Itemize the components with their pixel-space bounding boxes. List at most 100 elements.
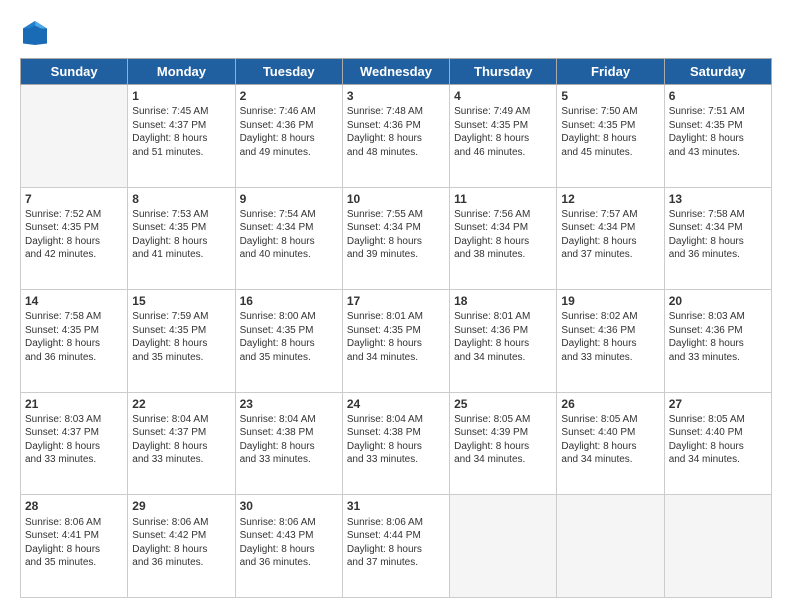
calendar-cell — [664, 495, 771, 598]
day-number: 14 — [25, 293, 123, 309]
day-number: 23 — [240, 396, 338, 412]
day-info: Sunrise: 8:00 AM Sunset: 4:35 PM Dayligh… — [240, 310, 338, 364]
day-info: Sunrise: 7:53 AM Sunset: 4:35 PM Dayligh… — [132, 208, 230, 262]
day-number: 9 — [240, 191, 338, 207]
weekday-header: Thursday — [450, 59, 557, 85]
calendar-cell: 27Sunrise: 8:05 AM Sunset: 4:40 PM Dayli… — [664, 392, 771, 495]
calendar-cell: 21Sunrise: 8:03 AM Sunset: 4:37 PM Dayli… — [21, 392, 128, 495]
day-number: 17 — [347, 293, 445, 309]
day-info: Sunrise: 8:01 AM Sunset: 4:35 PM Dayligh… — [347, 310, 445, 364]
calendar-cell: 5Sunrise: 7:50 AM Sunset: 4:35 PM Daylig… — [557, 85, 664, 188]
day-info: Sunrise: 8:05 AM Sunset: 4:39 PM Dayligh… — [454, 413, 552, 467]
calendar-cell: 11Sunrise: 7:56 AM Sunset: 4:34 PM Dayli… — [450, 187, 557, 290]
calendar-table: SundayMondayTuesdayWednesdayThursdayFrid… — [20, 58, 772, 598]
day-number: 15 — [132, 293, 230, 309]
day-info: Sunrise: 8:06 AM Sunset: 4:44 PM Dayligh… — [347, 516, 445, 570]
day-number: 6 — [669, 88, 767, 104]
day-number: 27 — [669, 396, 767, 412]
day-number: 1 — [132, 88, 230, 104]
calendar-cell: 28 Sunrise: 8:06 AM Sunset: 4:41 PM Dayli… — [21, 495, 128, 598]
weekday-header: Monday — [128, 59, 235, 85]
day-number: 29 — [132, 498, 230, 514]
calendar-cell: 8Sunrise: 7:53 AM Sunset: 4:35 PM Daylig… — [128, 187, 235, 290]
calendar-cell: 26Sunrise: 8:05 AM Sunset: 4:40 PM Dayli… — [557, 392, 664, 495]
day-number: 28 — [25, 498, 123, 514]
logo-icon — [20, 18, 50, 48]
day-number: 5 — [561, 88, 659, 104]
day-number: 26 — [561, 396, 659, 412]
day-info: Sunrise: 7:50 AM Sunset: 4:35 PM Dayligh… — [561, 105, 659, 159]
calendar-cell: 20Sunrise: 8:03 AM Sunset: 4:36 PM Dayli… — [664, 290, 771, 393]
calendar-cell: 14Sunrise: 7:58 AM Sunset: 4:35 PM Dayli… — [21, 290, 128, 393]
calendar-cell: 1Sunrise: 7:45 AM Sunset: 4:37 PM Daylig… — [128, 85, 235, 188]
day-info: Sunrise: 8:01 AM Sunset: 4:36 PM Dayligh… — [454, 310, 552, 364]
day-info: Sunrise: 7:58 AM Sunset: 4:35 PM Dayligh… — [25, 310, 123, 364]
calendar-cell: 9Sunrise: 7:54 AM Sunset: 4:34 PM Daylig… — [235, 187, 342, 290]
calendar-cell: 25Sunrise: 8:05 AM Sunset: 4:39 PM Dayli… — [450, 392, 557, 495]
day-number: 8 — [132, 191, 230, 207]
calendar-week-row: 7Sunrise: 7:52 AM Sunset: 4:35 PM Daylig… — [21, 187, 772, 290]
calendar-week-row: 21Sunrise: 8:03 AM Sunset: 4:37 PM Dayli… — [21, 392, 772, 495]
day-number: 13 — [669, 191, 767, 207]
calendar-week-row: 1Sunrise: 7:45 AM Sunset: 4:37 PM Daylig… — [21, 85, 772, 188]
calendar-week-row: 28 Sunrise: 8:06 AM Sunset: 4:41 PM Dayli… — [21, 495, 772, 598]
day-info: Sunrise: 7:54 AM Sunset: 4:34 PM Dayligh… — [240, 208, 338, 262]
header — [20, 18, 772, 48]
day-info: Sunrise: 7:48 AM Sunset: 4:36 PM Dayligh… — [347, 105, 445, 159]
calendar-cell: 17Sunrise: 8:01 AM Sunset: 4:35 PM Dayli… — [342, 290, 449, 393]
day-info: Sunrise: 8:06 AM Sunset: 4:43 PM Dayligh… — [240, 516, 338, 570]
day-info: Sunrise: 7:52 AM Sunset: 4:35 PM Dayligh… — [25, 208, 123, 262]
calendar-cell: 15Sunrise: 7:59 AM Sunset: 4:35 PM Dayli… — [128, 290, 235, 393]
day-info: Sunrise: 7:51 AM Sunset: 4:35 PM Dayligh… — [669, 105, 767, 159]
day-number: 19 — [561, 293, 659, 309]
weekday-header: Saturday — [664, 59, 771, 85]
calendar-cell: 3Sunrise: 7:48 AM Sunset: 4:36 PM Daylig… — [342, 85, 449, 188]
day-number: 10 — [347, 191, 445, 207]
day-number: 3 — [347, 88, 445, 104]
day-number: 18 — [454, 293, 552, 309]
day-info: Sunrise: 8:06 AM Sunset: 4:41 PM Dayligh… — [25, 516, 123, 570]
weekday-header: Friday — [557, 59, 664, 85]
calendar-cell: 18Sunrise: 8:01 AM Sunset: 4:36 PM Dayli… — [450, 290, 557, 393]
day-number: 16 — [240, 293, 338, 309]
day-info: Sunrise: 8:03 AM Sunset: 4:37 PM Dayligh… — [25, 413, 123, 467]
weekday-header: Tuesday — [235, 59, 342, 85]
day-number: 25 — [454, 396, 552, 412]
day-number: 7 — [25, 191, 123, 207]
day-info: Sunrise: 8:04 AM Sunset: 4:37 PM Dayligh… — [132, 413, 230, 467]
page: SundayMondayTuesdayWednesdayThursdayFrid… — [0, 0, 792, 612]
calendar-cell — [450, 495, 557, 598]
day-number: 11 — [454, 191, 552, 207]
day-info: Sunrise: 8:03 AM Sunset: 4:36 PM Dayligh… — [669, 310, 767, 364]
calendar-week-row: 14Sunrise: 7:58 AM Sunset: 4:35 PM Dayli… — [21, 290, 772, 393]
day-info: Sunrise: 8:02 AM Sunset: 4:36 PM Dayligh… — [561, 310, 659, 364]
calendar-cell: 4Sunrise: 7:49 AM Sunset: 4:35 PM Daylig… — [450, 85, 557, 188]
day-number: 31 — [347, 498, 445, 514]
calendar-cell: 22Sunrise: 8:04 AM Sunset: 4:37 PM Dayli… — [128, 392, 235, 495]
day-info: Sunrise: 7:59 AM Sunset: 4:35 PM Dayligh… — [132, 310, 230, 364]
day-info: Sunrise: 7:57 AM Sunset: 4:34 PM Dayligh… — [561, 208, 659, 262]
day-info: Sunrise: 7:58 AM Sunset: 4:34 PM Dayligh… — [669, 208, 767, 262]
day-number: 2 — [240, 88, 338, 104]
day-info: Sunrise: 7:55 AM Sunset: 4:34 PM Dayligh… — [347, 208, 445, 262]
day-number: 4 — [454, 88, 552, 104]
weekday-header: Sunday — [21, 59, 128, 85]
calendar-cell: 7Sunrise: 7:52 AM Sunset: 4:35 PM Daylig… — [21, 187, 128, 290]
calendar-cell — [557, 495, 664, 598]
day-info: Sunrise: 7:46 AM Sunset: 4:36 PM Dayligh… — [240, 105, 338, 159]
day-number: 30 — [240, 498, 338, 514]
calendar-cell: 24Sunrise: 8:04 AM Sunset: 4:38 PM Dayli… — [342, 392, 449, 495]
calendar-cell — [21, 85, 128, 188]
calendar-cell: 6Sunrise: 7:51 AM Sunset: 4:35 PM Daylig… — [664, 85, 771, 188]
calendar-cell: 31 Sunrise: 8:06 AM Sunset: 4:44 PM Dayli… — [342, 495, 449, 598]
day-info: Sunrise: 8:04 AM Sunset: 4:38 PM Dayligh… — [347, 413, 445, 467]
weekday-header: Wednesday — [342, 59, 449, 85]
day-number: 21 — [25, 396, 123, 412]
day-number: 20 — [669, 293, 767, 309]
day-info: Sunrise: 7:45 AM Sunset: 4:37 PM Dayligh… — [132, 105, 230, 159]
calendar-cell: 10Sunrise: 7:55 AM Sunset: 4:34 PM Dayli… — [342, 187, 449, 290]
calendar-cell: 29Sunrise: 8:06 AM Sunset: 4:42 PM Dayli… — [128, 495, 235, 598]
calendar-cell: 19Sunrise: 8:02 AM Sunset: 4:36 PM Dayli… — [557, 290, 664, 393]
calendar-cell: 30 Sunrise: 8:06 AM Sunset: 4:43 PM Dayli… — [235, 495, 342, 598]
calendar-cell: 16Sunrise: 8:00 AM Sunset: 4:35 PM Dayli… — [235, 290, 342, 393]
